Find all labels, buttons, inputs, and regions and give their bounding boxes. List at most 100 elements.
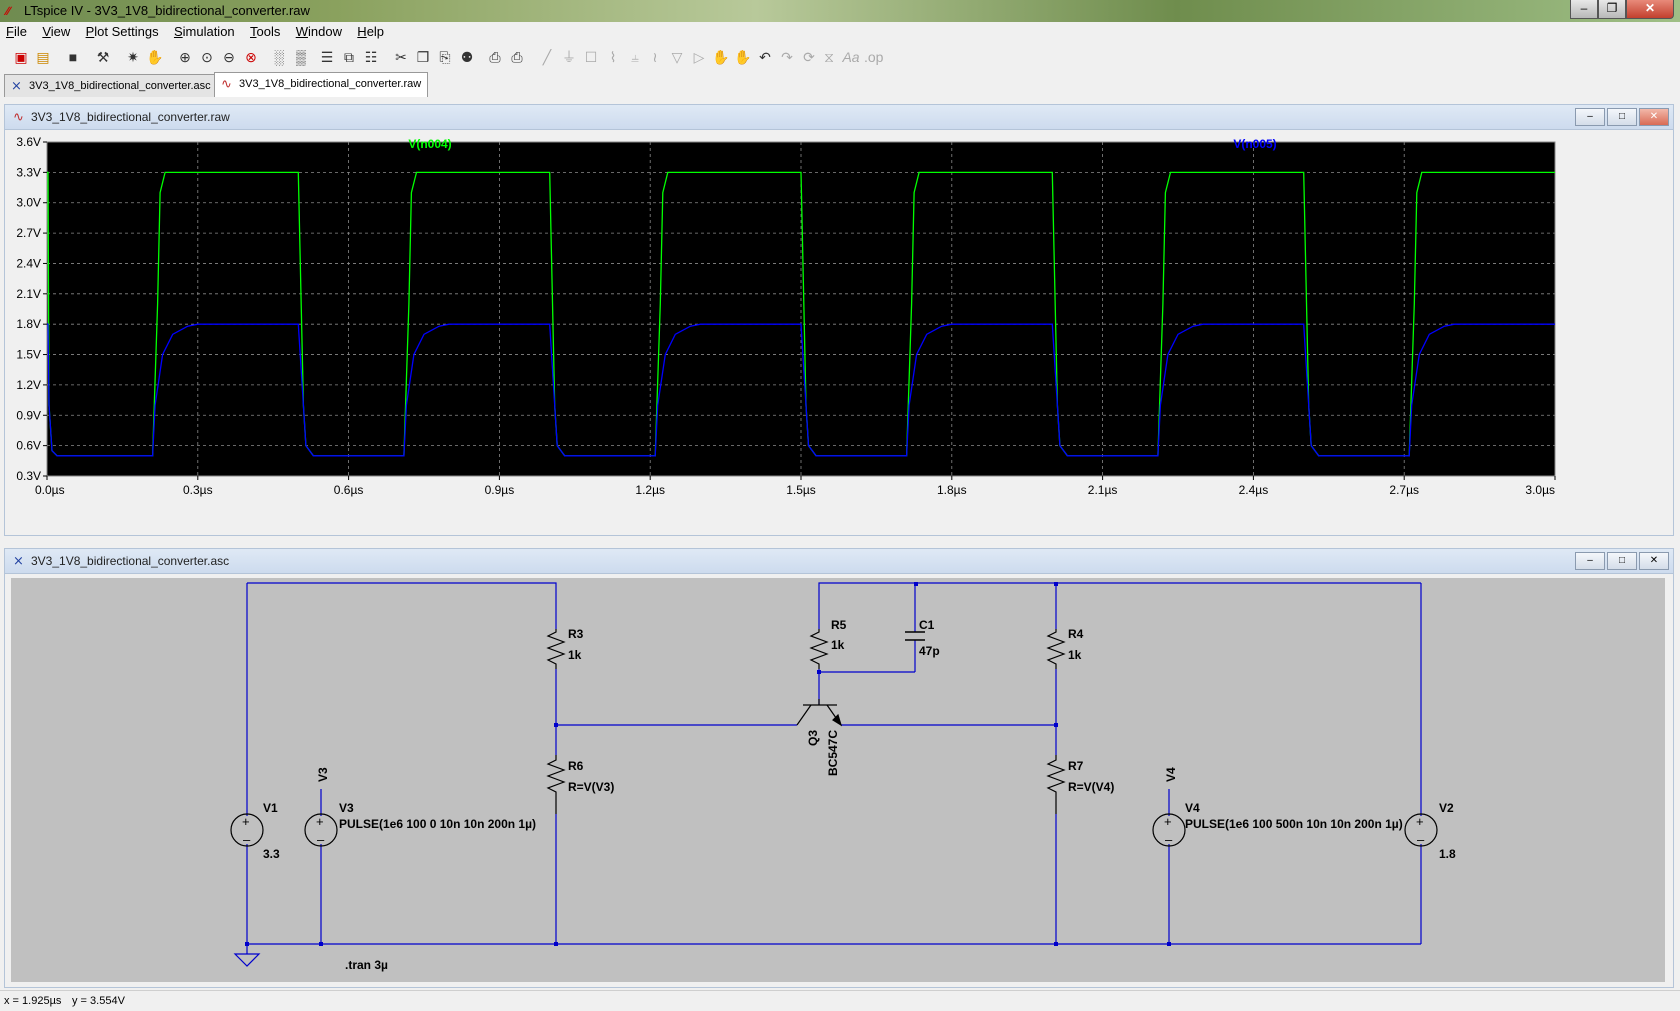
wire-icon[interactable]: ╱ (538, 48, 556, 66)
y-tick-label: 3.3V (16, 165, 41, 179)
schematic-maximize-button[interactable]: □ (1607, 552, 1637, 570)
drag-icon[interactable]: ✋ (734, 48, 752, 66)
zoom-rect-icon[interactable]: ⊙ (198, 48, 216, 66)
r3-value[interactable]: 1k (568, 648, 582, 662)
control-panel-icon[interactable]: ⚒ (94, 48, 112, 66)
undo-icon[interactable]: ↶ (756, 48, 774, 66)
zoom-fit-icon[interactable]: ▒ (292, 48, 310, 66)
menu-file[interactable]: File (0, 22, 33, 41)
capacitor-icon[interactable]: ⫨ (626, 48, 644, 66)
component-icon[interactable]: ▷ (690, 48, 708, 66)
y-tick-label: 1.8V (16, 317, 41, 331)
status-bar: x = 1.925µs y = 3.554V (0, 990, 1680, 1011)
y-tick-label: 1.5V (16, 348, 41, 362)
tab-waveform[interactable]: ∿ 3V3_1V8_bidirectional_converter.raw (214, 72, 428, 97)
y-tick-label: 1.2V (16, 378, 41, 392)
autorange-icon[interactable]: ░ (270, 48, 288, 66)
v3-net-label[interactable]: V3 (316, 767, 330, 782)
paste-icon[interactable]: ⎘ (436, 48, 454, 66)
schematic-canvas[interactable]: +– +– +– +– R3 1k R5 1k C1 47p R4 1k R6 … (5, 574, 1671, 986)
menu-window[interactable]: Window (290, 22, 348, 41)
q3-model[interactable]: BC547C (826, 730, 840, 776)
v4-value[interactable]: PULSE(1e6 100 500n 10n 10n 200n 1µ) (1185, 817, 1403, 831)
move-icon[interactable]: ✋ (712, 48, 730, 66)
menu-bar: File View Plot Settings Simulation Tools… (0, 22, 1680, 42)
redo-icon[interactable]: ↷ (778, 48, 796, 66)
run-icon[interactable]: ✷ (124, 48, 142, 66)
c1-name: C1 (919, 618, 935, 632)
v3-value[interactable]: PULSE(1e6 100 0 10n 10n 200n 1µ) (339, 817, 536, 831)
y-tick-label: 3.0V (16, 196, 41, 210)
schematic-icon: ⨯ (13, 553, 24, 568)
trace-label[interactable]: V(n005) (1233, 137, 1276, 151)
menu-view[interactable]: View (36, 22, 76, 41)
v1-value[interactable]: 3.3 (263, 847, 280, 861)
waveform-close-button[interactable]: ✕ (1639, 108, 1669, 126)
schematic-close-button[interactable]: ✕ (1639, 552, 1669, 570)
waveform-plot[interactable]: 3.6V 3.3V 3.0V 2.7V 2.4V 2.1V 1.8V 1.5V 1.2V 0.9V… (5, 130, 1671, 534)
waveform-window-titlebar: ∿ 3V3_1V8_bidirectional_converter.raw – … (5, 105, 1673, 130)
copy-icon[interactable]: ❐ (414, 48, 432, 66)
print-preview-icon[interactable]: ⎙ (486, 48, 504, 66)
v2-name: V2 (1439, 801, 1454, 815)
rotate-icon[interactable]: ⟳ (800, 48, 818, 66)
ground-icon[interactable]: ⏚ (560, 48, 578, 66)
junction-dot (817, 670, 821, 674)
tile-vertical-icon[interactable]: ☷ (362, 48, 380, 66)
trace-label[interactable]: V(n004) (408, 137, 451, 151)
pan-hand-icon[interactable]: ✋ (146, 48, 164, 66)
junction-dot (245, 942, 249, 946)
mirror-icon[interactable]: ⧖ (820, 48, 838, 66)
y-tick-label: 2.4V (16, 256, 41, 270)
zoom-cancel-icon[interactable]: ⊗ (242, 48, 260, 66)
r4-value[interactable]: 1k (1068, 648, 1082, 662)
r3-name: R3 (568, 627, 584, 641)
save-icon[interactable]: ■ (64, 48, 82, 66)
menu-simulation[interactable]: Simulation (168, 22, 241, 41)
waveform-minimize-button[interactable]: – (1575, 108, 1605, 126)
maximize-button[interactable]: ❐ (1598, 0, 1626, 19)
inductor-icon[interactable]: ≀ (646, 48, 664, 66)
y-tick-label: 0.3V (16, 469, 41, 483)
r7-value[interactable]: R=V(V4) (1068, 780, 1114, 794)
r5-value[interactable]: 1k (831, 638, 845, 652)
cascade-icon[interactable]: ⧉ (340, 48, 358, 66)
spice-directive-icon[interactable]: .op (864, 48, 883, 66)
cut-icon[interactable]: ✂ (392, 48, 410, 66)
schematic-minimize-button[interactable]: – (1575, 552, 1605, 570)
tran-directive[interactable]: .tran 3µ (345, 958, 388, 972)
junction-dot (1054, 582, 1058, 586)
y-tick-label: 2.1V (16, 287, 41, 301)
svg-text:+: + (316, 814, 324, 829)
menu-tools[interactable]: Tools (244, 22, 286, 41)
v2-value[interactable]: 1.8 (1439, 847, 1456, 861)
x-tick-label: 2.1µs (1088, 483, 1118, 497)
tile-horizontal-icon[interactable]: ☰ (318, 48, 336, 66)
tab-schematic[interactable]: ⨯ 3V3_1V8_bidirectional_converter.asc (4, 74, 216, 97)
junction-dot (914, 582, 918, 586)
minimize-button[interactable]: – (1570, 0, 1598, 19)
zoom-in-icon[interactable]: ⊕ (176, 48, 194, 66)
text-icon[interactable]: Aa (842, 48, 860, 66)
menu-help[interactable]: Help (351, 22, 390, 41)
find-icon[interactable]: ⚉ (458, 48, 476, 66)
c1-value[interactable]: 47p (919, 644, 940, 658)
svg-text:+: + (1416, 814, 1424, 829)
v4-net-label[interactable]: V4 (1164, 767, 1178, 782)
print-icon[interactable]: ⎙ (508, 48, 526, 66)
diode-icon[interactable]: ▽ (668, 48, 686, 66)
close-button[interactable]: ✕ (1626, 0, 1674, 19)
new-schematic-icon[interactable]: ▣ (12, 48, 30, 66)
waveform-maximize-button[interactable]: □ (1607, 108, 1637, 126)
x-tick-label: 1.8µs (937, 483, 967, 497)
zoom-out-icon[interactable]: ⊖ (220, 48, 238, 66)
label-icon[interactable]: ☐ (582, 48, 600, 66)
svg-text:–: – (243, 832, 251, 847)
r4-name: R4 (1068, 627, 1084, 641)
resistor-icon[interactable]: ⌇ (604, 48, 622, 66)
open-icon[interactable]: ▤ (34, 48, 52, 66)
r6-value[interactable]: R=V(V3) (568, 780, 614, 794)
document-tabs: ⨯ 3V3_1V8_bidirectional_converter.asc ∿ … (0, 72, 1680, 98)
menu-plot-settings[interactable]: Plot Settings (80, 22, 165, 41)
cursor-y-readout: y = 3.554V (72, 995, 125, 1007)
